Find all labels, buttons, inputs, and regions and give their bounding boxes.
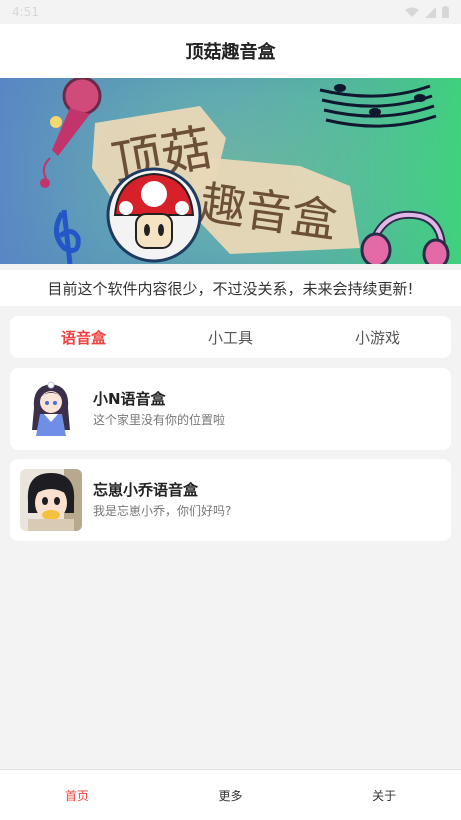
nav-about[interactable]: 关于	[307, 787, 461, 804]
card-title: 小N语音盒	[93, 390, 166, 408]
battery-icon	[442, 3, 449, 22]
tab-tools[interactable]: 小工具	[157, 327, 304, 348]
card-title: 忘崽小乔语音盒	[93, 481, 199, 499]
card-subtitle: 我是忘崽小乔，你们好吗?	[93, 504, 232, 518]
avatar	[20, 378, 82, 440]
tab-games[interactable]: 小游戏	[304, 327, 451, 348]
notice-bar: 目前这个软件内容很少，不过没关系，未来会持续更新!	[0, 270, 461, 306]
nav-home[interactable]: 首页	[0, 787, 154, 804]
notice-text: 目前这个软件内容很少，不过没关系，未来会持续更新!	[47, 279, 414, 298]
status-icons	[405, 3, 449, 22]
app-header: 顶菇趣音盒	[0, 24, 461, 78]
bottom-nav: 首页 更多 关于	[0, 769, 461, 820]
page-title: 顶菇趣音盒	[185, 42, 276, 63]
nav-more[interactable]: 更多	[154, 787, 308, 804]
list-item-xiao-n[interactable]: 小N语音盒 这个家里没有你的位置啦	[10, 368, 451, 450]
wifi-icon	[405, 3, 419, 22]
status-time: 4:51	[12, 5, 39, 19]
mushroom-icon	[106, 167, 202, 263]
avatar	[20, 469, 82, 531]
status-bar: 4:51	[0, 0, 461, 24]
card-subtitle: 这个家里没有你的位置啦	[93, 413, 226, 427]
signal-icon	[425, 3, 436, 22]
category-tabs: 语音盒 小工具 小游戏	[10, 316, 451, 358]
banner-image[interactable]: 顶菇 趣音盒	[0, 78, 461, 264]
tab-voice-box[interactable]: 语音盒	[10, 327, 157, 348]
list-item-xiao-qiao[interactable]: 忘崽小乔语音盒 我是忘崽小乔，你们好吗?	[10, 459, 451, 541]
